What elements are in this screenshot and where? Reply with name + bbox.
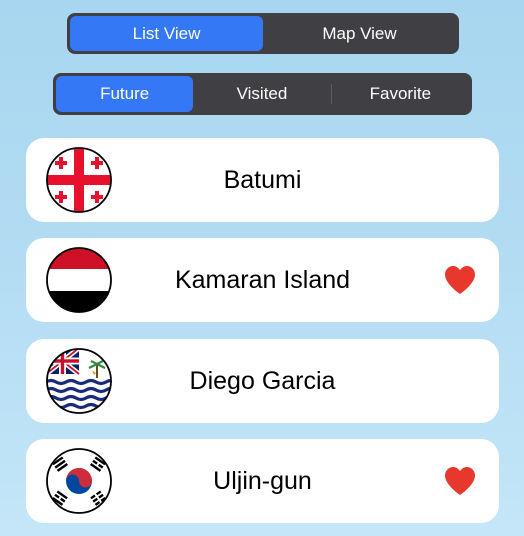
place-card-diego-garcia[interactable]: Diego Garcia <box>26 339 499 423</box>
favorite-tab[interactable]: Favorite <box>332 76 469 112</box>
place-card-kamaran-island[interactable]: Kamaran Island <box>26 238 499 322</box>
place-name: Batumi <box>223 165 302 194</box>
map-view-tab[interactable]: Map View <box>263 16 456 51</box>
favorite-heart-icon[interactable] <box>443 264 477 296</box>
favorite-heart-icon[interactable] <box>443 465 477 497</box>
list-view-tab[interactable]: List View <box>70 16 263 51</box>
view-toggle: List View Map View <box>67 13 459 54</box>
visited-tab[interactable]: Visited <box>193 76 330 112</box>
place-card-uljin-gun[interactable]: Uljin-gun <box>26 439 499 523</box>
place-card-batumi[interactable]: Batumi <box>26 138 499 222</box>
place-name: Uljin-gun <box>213 466 312 495</box>
filter-tabs: Future Visited Favorite <box>53 73 472 115</box>
place-name: Kamaran Island <box>174 265 351 294</box>
future-tab[interactable]: Future <box>56 76 194 112</box>
place-name: Diego Garcia <box>189 366 336 395</box>
